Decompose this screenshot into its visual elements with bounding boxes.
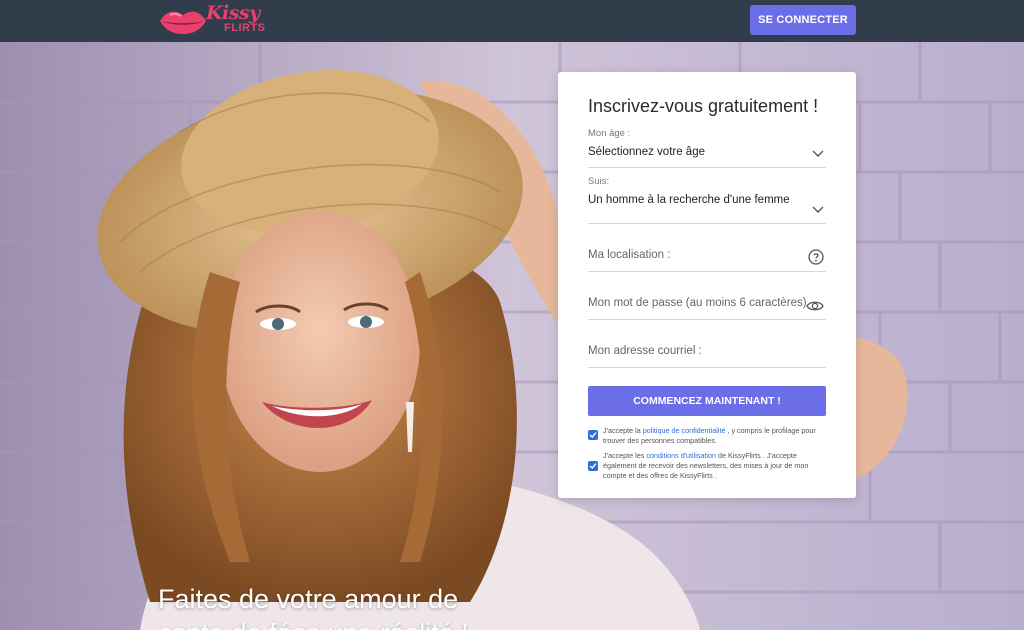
start-now-button[interactable]: COMMENCEZ MAINTENANT ! [588,386,826,416]
checkbox-checked-icon [589,463,597,470]
chevron-down-icon [812,206,824,213]
hero-tagline: Faites de votre amour de conte de fées u… [158,582,538,630]
lips-logo-icon [160,11,206,34]
privacy-consent-before: J'accepte la [603,426,643,435]
logo-text-kissy: Kissy [206,2,260,24]
location-placeholder: Ma localisation : [588,249,671,261]
age-select[interactable]: Mon âge : Sélectionnez votre âge [588,128,826,168]
password-placeholder: Mon mot de passe (au moins 6 caractères) [588,297,807,309]
seeking-label: Suis: [588,176,610,187]
chevron-down-icon [812,150,824,157]
terms-consent: J'accepte les conditions d'utilisation d… [588,451,826,481]
login-button[interactable]: SE CONNECTER [750,5,856,35]
hero-banner: Faites de votre amour de conte de fées u… [0,42,1024,630]
age-label: Mon âge : [588,128,631,139]
terms-consent-before: J'accepte les [603,451,647,460]
location-input[interactable]: Ma localisation : [588,224,826,272]
tagline-line-2: conte de fées une réalité ! [158,616,538,630]
hero-photo [0,42,1024,630]
password-input[interactable]: Mon mot de passe (au moins 6 caractères) [588,272,826,320]
kissyflirts-logo[interactable]: Kissy FLIRTS [158,2,278,40]
email-input[interactable]: Mon adresse courriel : [588,320,826,368]
seeking-value: Un homme à la recherche d'une femme [588,194,790,206]
signup-form-title: Inscrivez-vous gratuitement ! [588,96,819,116]
privacy-policy-link[interactable]: politique de confidentialité [643,426,726,435]
terms-consent-text: J'accepte les conditions d'utilisation d… [603,451,826,481]
terms-of-use-link[interactable]: conditions d'utilisation [646,451,716,460]
seeking-select[interactable]: Suis: Un homme à la recherche d'une femm… [588,176,826,224]
checkbox-checked-icon [589,432,597,439]
tagline-line-1: Faites de votre amour de [158,584,459,614]
privacy-consent: J'accepte la politique de confidentialit… [588,426,826,446]
logo-text-flirts: FLIRTS [224,22,266,34]
terms-consent-checkbox[interactable] [588,461,598,471]
age-value: Sélectionnez votre âge [588,146,705,158]
privacy-consent-text: J'accepte la politique de confidentialit… [603,426,826,446]
help-circle-icon[interactable] [808,249,824,265]
privacy-consent-checkbox[interactable] [588,430,598,440]
eye-icon[interactable] [806,299,824,313]
top-header: Kissy FLIRTS SE CONNECTER [0,0,1024,42]
email-placeholder: Mon adresse courriel : [588,345,702,357]
signup-form-card: Inscrivez-vous gratuitement ! Mon âge : … [558,72,856,498]
